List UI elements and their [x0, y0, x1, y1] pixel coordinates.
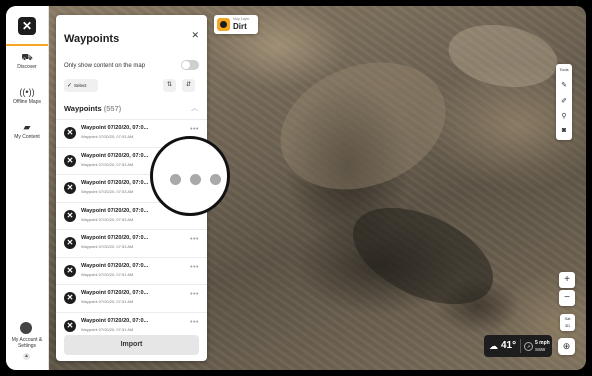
temperature: 41° — [501, 340, 517, 351]
list-item[interactable]: ✕ Waypoint 07/20/20, 07:0... Waypoint 07… — [56, 284, 207, 312]
waypoint-x-icon: ✕ — [64, 319, 76, 332]
waypoint-subtitle: Waypoint 07/20/20, 07:51 AM — [81, 326, 134, 332]
waypoint-name: Waypoint 07/20/20, 07:0... — [81, 235, 149, 241]
map-layer-name: Dirt — [233, 22, 247, 31]
check-icon: ✓ — [67, 83, 73, 89]
close-icon[interactable]: ✕ — [191, 30, 199, 41]
list-item[interactable]: ✕ Waypoint 07/20/20, 07:0... Waypoint 07… — [56, 229, 207, 257]
app-logo-icon[interactable]: ✕ — [18, 17, 36, 35]
account-settings-label[interactable]: My Account & Settings — [6, 337, 48, 349]
select-button-label: Select — [74, 83, 87, 88]
divider — [520, 339, 521, 353]
wind-speed: 5 mph — [535, 340, 550, 346]
car-icon: ⛟ — [21, 52, 33, 62]
tools-panel: Tools ✎ ✐ ⚲ ◙ — [556, 64, 572, 140]
folder-icon: ▰ — [23, 122, 31, 132]
nav-item-my-content[interactable]: ▰ My Content — [6, 122, 48, 140]
waypoint-name: Waypoint 07/20/20, 07:0... — [81, 180, 149, 186]
map-terrain — [443, 16, 563, 96]
waypoint-pin-icon[interactable]: ⚲ — [556, 112, 572, 120]
map-layer-sublabel: Map Layer — [233, 17, 250, 21]
zoom-out-button[interactable]: − — [559, 290, 575, 306]
nav-item-label: Offline Maps — [13, 99, 41, 105]
camera-icon[interactable]: ◙ — [556, 127, 572, 134]
panel-title: Waypoints — [64, 33, 120, 45]
dot — [190, 174, 201, 185]
locate-me-icon[interactable]: ⊕ — [558, 338, 575, 355]
map-style-sat: Sat — [564, 316, 571, 321]
weather-widget[interactable]: ☁ 41° ↗ 5 mph SSW — [484, 335, 552, 357]
map-terrain — [262, 40, 464, 212]
waypoint-x-icon: ✕ — [64, 264, 76, 277]
zoom-in-button[interactable]: + — [559, 272, 575, 288]
draw-icon[interactable]: ✎ — [556, 81, 572, 89]
waypoint-subtitle: Waypoint 07/20/20, 07:51 AM — [81, 299, 134, 304]
more-options-magnified-icon[interactable] — [150, 136, 230, 216]
more-options-icon[interactable]: ••• — [190, 236, 199, 243]
more-options-icon[interactable]: ••• — [190, 264, 199, 271]
route-icon[interactable]: ✐ — [556, 97, 572, 105]
waypoint-x-icon: ✕ — [64, 292, 76, 304]
map-terrain — [338, 188, 508, 324]
wind-direction: SSW — [535, 347, 546, 352]
waypoint-name: Waypoint 07/20/20, 07:0... — [81, 317, 149, 324]
chevron-up-icon[interactable]: ︿ — [191, 103, 198, 113]
waypoint-subtitle: Waypoint 07/20/20, 07:53 AM — [81, 244, 134, 249]
app-window: ✕ ⛟ Discover ((•)) Offline Maps ▰ My Con… — [6, 6, 586, 370]
active-indicator — [6, 44, 48, 46]
offline-signal-icon: ((•)) — [19, 87, 35, 97]
more-options-icon[interactable]: ••• — [190, 319, 199, 326]
map-layer-selector[interactable]: Map Layer Dirt — [214, 15, 258, 34]
nav-item-offline-maps[interactable]: ((•)) Offline Maps — [6, 87, 48, 105]
tools-label: Tools — [559, 67, 569, 72]
map-style-3d: 3D — [564, 323, 571, 328]
nav-item-label: My Content — [14, 134, 40, 140]
waypoint-subtitle: Waypoint 07/20/20, 07:53 AM — [81, 216, 134, 222]
section-title: Waypoints — [64, 104, 102, 113]
chevron-up-icon[interactable]: ▲ — [23, 353, 30, 360]
dot — [210, 174, 221, 185]
waypoint-x-icon: ✕ — [64, 209, 76, 222]
waypoint-subtitle: Waypoint 07/20/20, 07:51 AM — [81, 271, 134, 277]
nav-item-discover[interactable]: ⛟ Discover — [6, 52, 48, 70]
dot — [170, 174, 181, 185]
left-nav: ✕ ⛟ Discover ((•)) Offline Maps ▰ My Con… — [6, 6, 49, 370]
sort-icon[interactable]: ⇅ — [163, 79, 176, 92]
map-layer-icon — [217, 18, 230, 31]
more-options-icon[interactable]: ••• — [190, 126, 199, 133]
avatar[interactable] — [20, 322, 32, 334]
waypoint-name: Waypoint 07/20/20, 07:0... — [81, 290, 149, 296]
waypoint-subtitle: Waypoint 07/20/20, 07:53 AM — [81, 189, 134, 194]
only-show-on-map-toggle[interactable] — [181, 60, 199, 70]
cloud-icon: ☁ — [489, 341, 498, 351]
select-button[interactable]: ✓ Select — [64, 79, 98, 92]
only-show-on-map-label: Only show content on the map — [64, 63, 146, 69]
waypoint-name: Waypoint 07/20/20, 07:0... — [81, 262, 149, 269]
import-button[interactable]: Import — [64, 335, 199, 355]
section-header[interactable]: Waypoints (557) — [64, 104, 121, 113]
waypoint-subtitle: Waypoint 07/20/20, 07:53 AM — [81, 161, 134, 167]
more-options-icon[interactable]: ••• — [190, 291, 199, 298]
waypoint-name: Waypoint 07/20/20, 07:0... — [81, 207, 149, 214]
nav-item-label: Discover — [17, 64, 37, 70]
waypoint-name: Waypoint 07/20/20, 07:0... — [81, 125, 149, 131]
waypoint-x-icon: ✕ — [64, 237, 76, 249]
swap-icon[interactable]: ⇵ — [182, 79, 195, 92]
wind-direction-icon: ↗ — [524, 342, 533, 351]
waypoint-x-icon: ✕ — [64, 127, 76, 139]
waypoint-name: Waypoint 07/20/20, 07:0... — [81, 152, 149, 159]
list-item[interactable]: ✕ Waypoint 07/20/20, 07:0... Waypoint 07… — [56, 256, 207, 285]
section-count: (557) — [103, 104, 122, 113]
waypoint-subtitle: Waypoint 07/20/20, 07:53 AM — [81, 134, 134, 139]
waypoint-x-icon: ✕ — [64, 182, 76, 194]
waypoint-x-icon: ✕ — [64, 154, 76, 167]
map-style-button[interactable]: Sat 3D — [560, 314, 575, 331]
